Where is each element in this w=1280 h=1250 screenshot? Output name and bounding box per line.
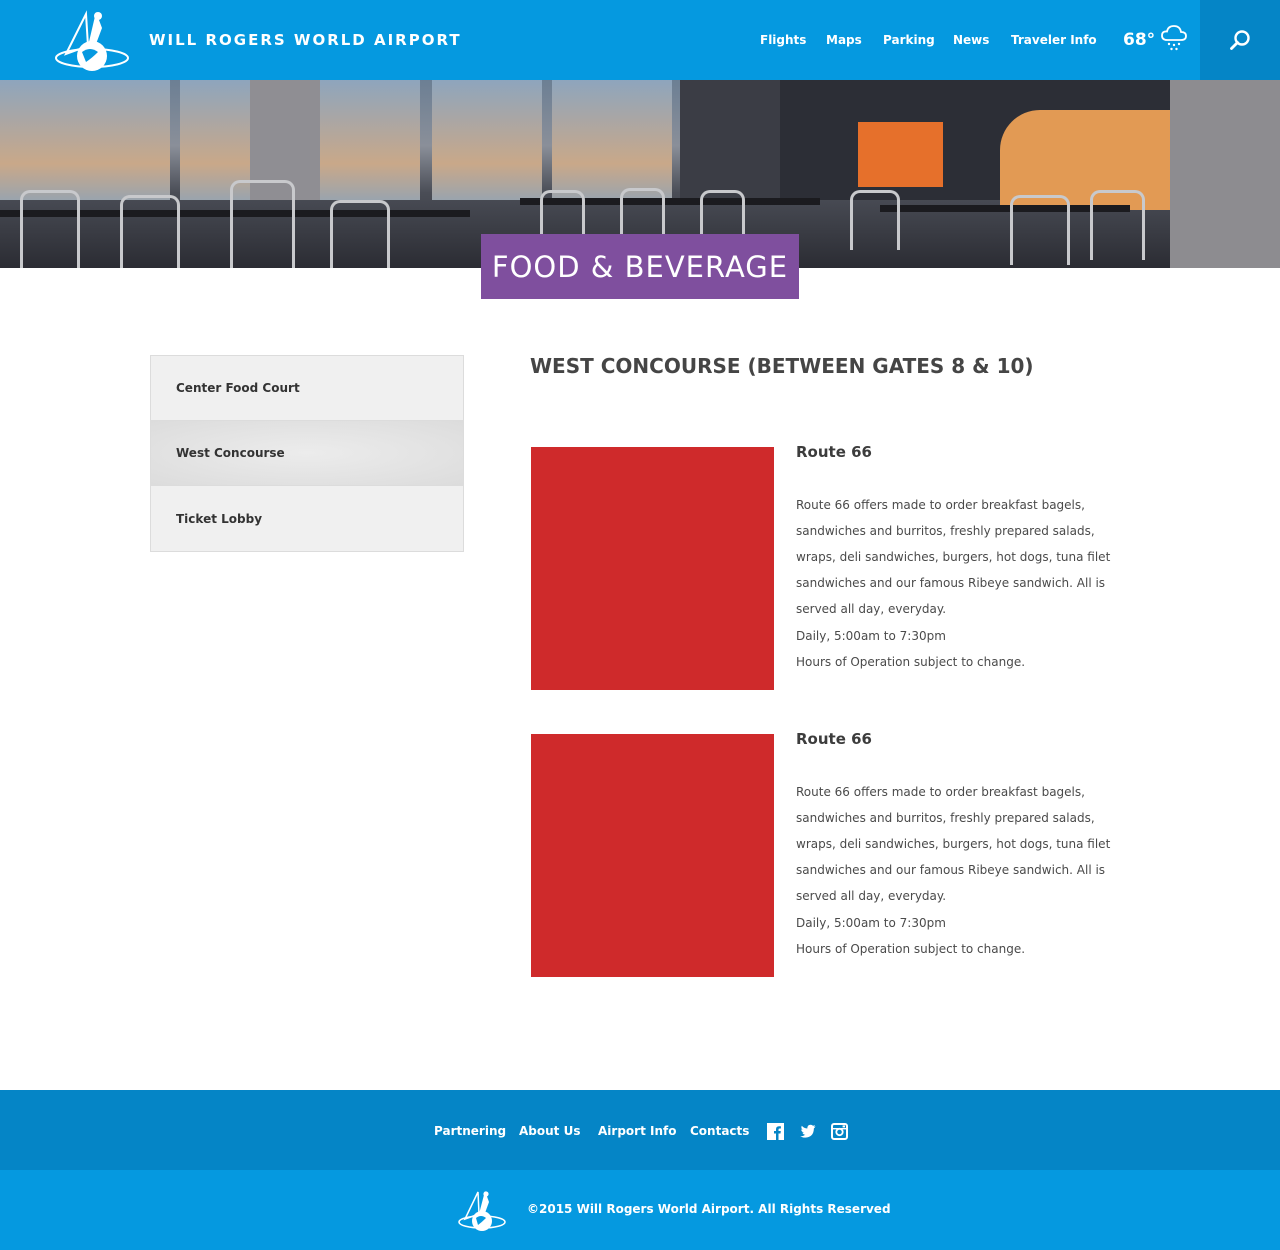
site-header: WILL ROGERS WORLD AIRPORT Flights Maps P… — [0, 0, 1280, 80]
restaurant-description: Route 66 offers made to order breakfast … — [796, 498, 1111, 616]
sidebar-item-ticket-lobby[interactable]: Ticket Lobby — [151, 486, 463, 551]
restaurant-name: Route 66 — [796, 730, 872, 748]
site-title[interactable]: WILL ROGERS WORLD AIRPORT — [149, 31, 462, 49]
sidebar: Center Food Court West Concourse Ticket … — [150, 355, 464, 552]
nav-traveler-info[interactable]: Traveler Info — [1011, 33, 1097, 47]
nav-parking[interactable]: Parking — [883, 33, 935, 47]
restaurant-hours: Daily, 5:00am to 7:30pm — [796, 916, 946, 930]
restaurant-hours-note: Hours of Operation subject to change. — [796, 942, 1026, 956]
restaurant-hours: Daily, 5:00am to 7:30pm — [796, 629, 946, 643]
footer-bottom: ©2015 Will Rogers World Airport. All Rig… — [0, 1170, 1280, 1250]
copyright-text: ©2015 Will Rogers World Airport. All Rig… — [527, 1202, 891, 1216]
page-title: FOOD & BEVERAGE — [481, 234, 799, 299]
facebook-icon[interactable] — [767, 1123, 784, 1140]
section-title: WEST CONCOURSE (BETWEEN GATES 8 & 10) — [530, 354, 1034, 378]
instagram-icon[interactable] — [831, 1123, 848, 1140]
restaurant-entry: Route 66 Route 66 offers made to order b… — [531, 724, 1131, 984]
weather-widget: 68° — [1123, 25, 1189, 52]
airport-logo-icon[interactable] — [52, 6, 132, 74]
footer-link-about-us[interactable]: About Us — [519, 1124, 580, 1138]
footer-link-airport-info[interactable]: Airport Info — [598, 1124, 676, 1138]
nav-news[interactable]: News — [953, 33, 989, 47]
nav-flights[interactable]: Flights — [760, 33, 806, 47]
footer-nav: Partnering About Us Airport Info Contact… — [0, 1090, 1280, 1170]
cloud-snow-icon — [1161, 25, 1188, 51]
restaurant-name: Route 66 — [796, 443, 872, 461]
sidebar-item-center-food-court[interactable]: Center Food Court — [151, 356, 463, 421]
footer-link-contacts[interactable]: Contacts — [690, 1124, 749, 1138]
search-icon — [1230, 30, 1250, 50]
restaurant-entry: Route 66 Route 66 offers made to order b… — [531, 437, 1131, 697]
footer-link-partnering[interactable]: Partnering — [434, 1124, 506, 1138]
nav-maps[interactable]: Maps — [826, 33, 862, 47]
restaurant-description: Route 66 offers made to order breakfast … — [796, 785, 1111, 903]
restaurant-hours-note: Hours of Operation subject to change. — [796, 655, 1026, 669]
airport-logo-icon[interactable] — [456, 1187, 508, 1233]
search-button[interactable] — [1200, 0, 1280, 80]
restaurant-image — [531, 734, 774, 977]
sidebar-item-west-concourse[interactable]: West Concourse — [151, 421, 463, 486]
temperature: 68° — [1123, 30, 1156, 50]
twitter-icon[interactable] — [799, 1123, 816, 1140]
restaurant-image — [531, 447, 774, 690]
